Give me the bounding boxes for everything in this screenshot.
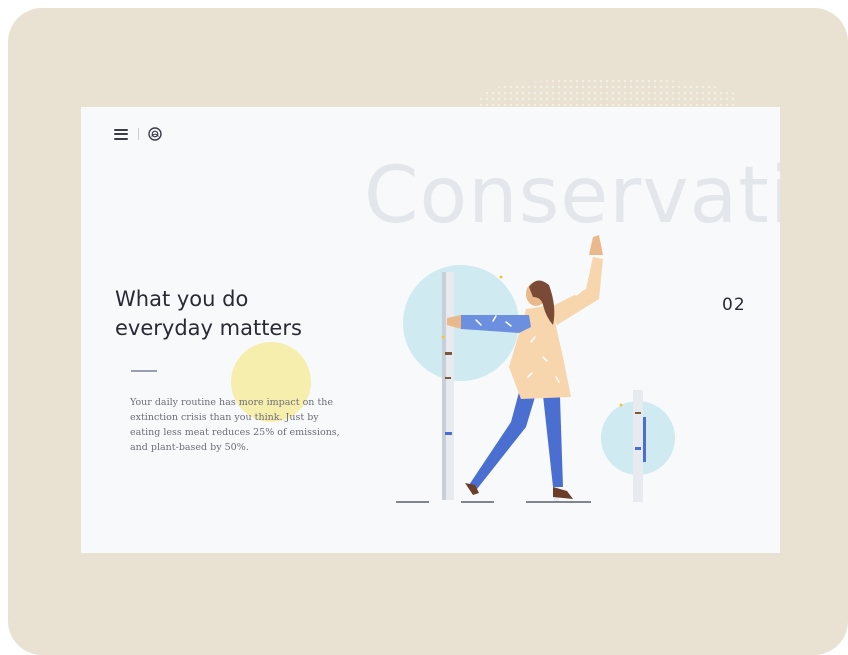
- globe-logo-icon[interactable]: [148, 127, 162, 141]
- headline-underline: [131, 370, 157, 372]
- headline-line-1: What you do: [115, 287, 249, 311]
- hamburger-menu-icon[interactable]: [114, 128, 128, 140]
- slide-number: 02: [722, 295, 746, 315]
- woman-raised-arm: [547, 257, 603, 325]
- body-paragraph: Your daily routine has more impact on th…: [130, 397, 340, 453]
- woman-with-trees-illustration: [396, 235, 675, 503]
- headline-line-2: everyday matters: [115, 316, 302, 340]
- page-headline: What you do everyday matters: [115, 285, 375, 343]
- tree-trunk-left-dark: [442, 272, 446, 500]
- top-bar: [114, 125, 162, 143]
- tree-trunk-right: [633, 390, 643, 502]
- landing-page: Conservatic What you do everyday matters…: [81, 107, 780, 553]
- outer-frame: Conservatic What you do everyday matters…: [8, 8, 848, 655]
- header-divider: [138, 128, 139, 140]
